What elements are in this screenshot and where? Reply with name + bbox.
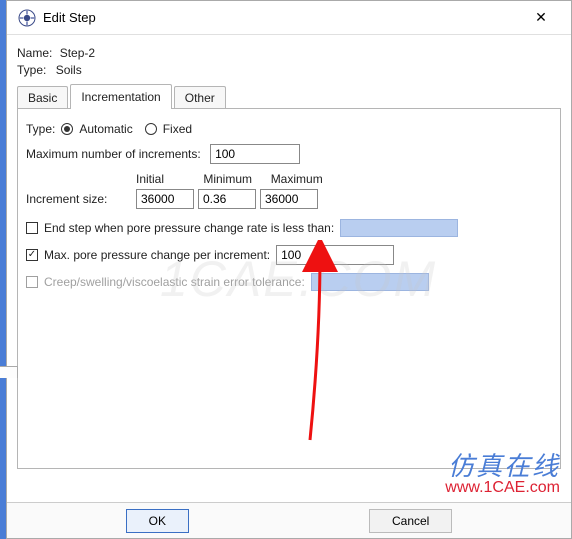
endstep-field[interactable] (340, 219, 458, 237)
radio-automatic-label: Automatic (79, 122, 132, 136)
maxpore-input[interactable] (276, 245, 394, 265)
watermark-box: 仿真在线 www.1CAE.com (445, 446, 560, 497)
radio-fixed-label: Fixed (163, 122, 192, 136)
max-increments-input[interactable] (210, 144, 300, 164)
col-initial: Initial (136, 172, 200, 186)
creep-checkbox (26, 276, 38, 288)
endstep-checkbox[interactable] (26, 222, 38, 234)
tab-bar: Basic Incrementation Other (17, 85, 561, 109)
inc-max-input[interactable] (260, 189, 318, 209)
max-increments-label: Maximum number of increments: (26, 147, 201, 161)
type-label: Type: (17, 63, 46, 77)
inc-initial-input[interactable] (136, 189, 194, 209)
app-icon (17, 8, 37, 28)
watermark-cn: 仿真在线 (445, 446, 560, 483)
tab-basic[interactable]: Basic (17, 86, 68, 108)
name-value: Step-2 (60, 46, 95, 60)
endstep-label: End step when pore pressure change rate … (44, 221, 334, 235)
close-button[interactable]: ✕ (521, 9, 561, 26)
button-bar: OK Cancel (7, 502, 571, 538)
tab-basic-label: Basic (28, 91, 57, 105)
tab-other-label: Other (185, 91, 215, 105)
inc-type-label: Type: (26, 122, 55, 136)
name-label: Name: (17, 46, 52, 60)
cancel-button[interactable]: Cancel (369, 509, 452, 533)
col-maximum: Maximum (271, 172, 335, 186)
col-minimum: Minimum (203, 172, 267, 186)
ok-label: OK (149, 514, 166, 528)
window-title: Edit Step (43, 10, 96, 25)
creep-field (311, 273, 429, 291)
tab-other[interactable]: Other (174, 86, 226, 108)
cancel-label: Cancel (392, 514, 429, 528)
tab-incrementation[interactable]: Incrementation (70, 84, 171, 108)
maxpore-checkbox[interactable]: ✓ (26, 249, 38, 261)
tab-content: Type: Automatic Fixed Maximum number of … (17, 109, 561, 469)
watermark-url: www.1CAE.com (445, 479, 560, 497)
inc-min-input[interactable] (198, 189, 256, 209)
radio-fixed[interactable] (145, 123, 157, 135)
maxpore-label: Max. pore pressure change per increment: (44, 248, 270, 262)
type-value: Soils (56, 63, 82, 77)
tab-incrementation-label: Incrementation (81, 90, 160, 104)
radio-automatic[interactable] (61, 123, 73, 135)
creep-label: Creep/swelling/viscoelastic strain error… (44, 275, 305, 289)
ok-button[interactable]: OK (126, 509, 189, 533)
increment-size-label: Increment size: (26, 192, 132, 206)
